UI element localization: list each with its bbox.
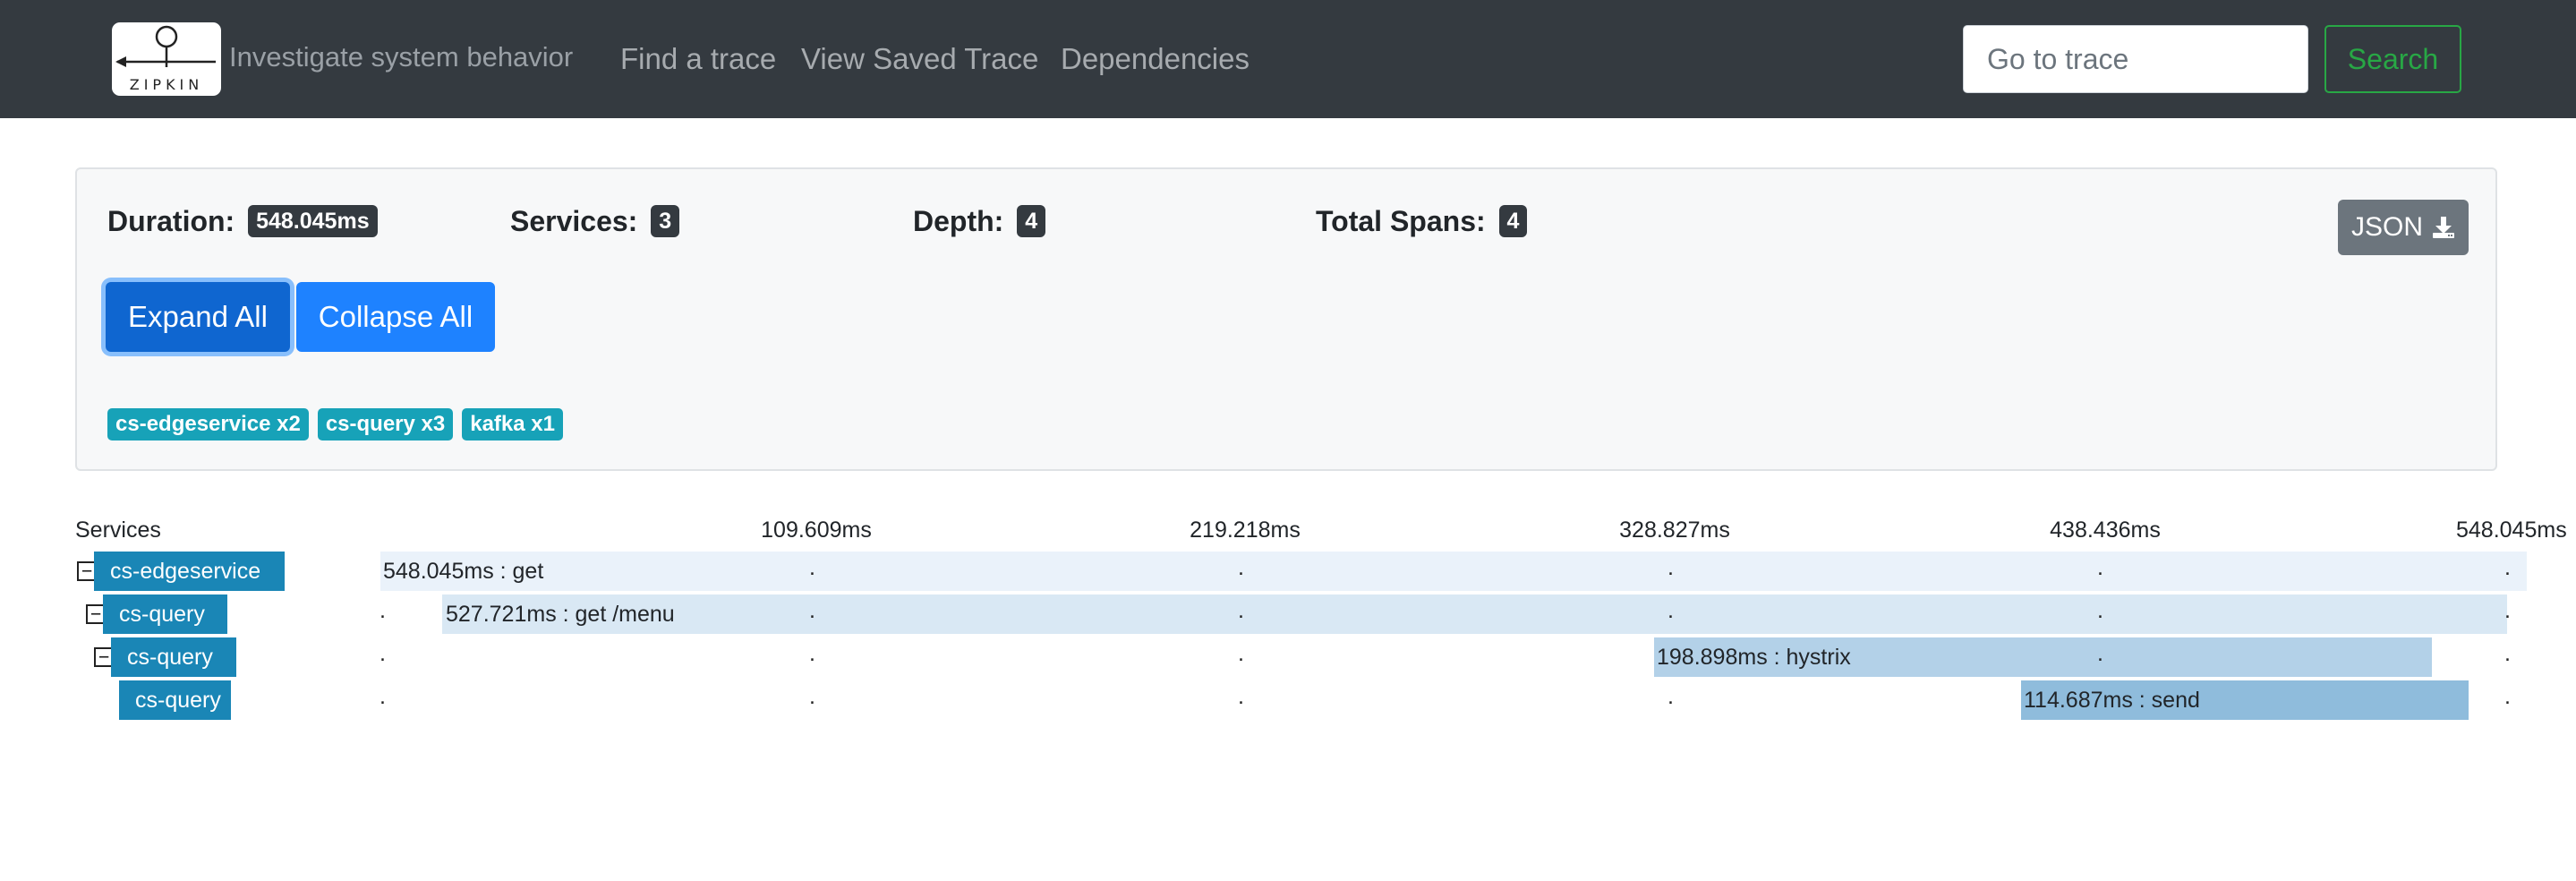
total-spans-label: Total Spans: bbox=[1316, 205, 1486, 237]
service-name-label: cs-query bbox=[119, 680, 231, 720]
grid-dot: . bbox=[2504, 598, 2511, 623]
grid-dot: . bbox=[2504, 684, 2511, 709]
grid-dot: . bbox=[1668, 598, 1674, 623]
services-badge: 3 bbox=[651, 205, 680, 237]
grid-dot: . bbox=[1238, 641, 1244, 666]
grid-dot: . bbox=[380, 684, 386, 709]
nav-dependencies[interactable]: Dependencies bbox=[1061, 42, 1250, 76]
grid-dot: . bbox=[2504, 555, 2511, 580]
duration-badge: 548.045ms bbox=[248, 205, 378, 237]
span-duration-label: 548.045ms : get bbox=[383, 559, 544, 584]
depth-label: Depth: bbox=[913, 205, 1004, 237]
service-tags: cs-edgeservice x2 cs-query x3 kafka x1 bbox=[107, 408, 563, 440]
span-row[interactable]: cs-query . . . . 114.687ms : send . bbox=[0, 680, 2576, 720]
nav-find-trace[interactable]: Find a trace bbox=[620, 42, 776, 76]
services-label: Services: bbox=[510, 205, 638, 237]
grid-dot: . bbox=[809, 555, 815, 580]
nav-view-saved-trace[interactable]: View Saved Trace bbox=[801, 42, 1038, 76]
json-button-label: JSON bbox=[2350, 212, 2423, 242]
tick-label: 328.827ms bbox=[1619, 517, 1730, 543]
grid-dot: . bbox=[809, 598, 815, 623]
service-name-label: cs-query bbox=[111, 637, 236, 677]
span-bar[interactable] bbox=[442, 594, 2507, 634]
tick-label: 219.218ms bbox=[1190, 517, 1301, 543]
grid-dot: . bbox=[1238, 598, 1244, 623]
span-bar[interactable] bbox=[380, 552, 2527, 591]
grid-dot: . bbox=[2097, 641, 2103, 666]
grid-dot: . bbox=[1238, 555, 1244, 580]
search-button[interactable]: Search bbox=[2324, 25, 2461, 93]
span-row[interactable]: − cs-edgeservice 548.045ms : get . . . .… bbox=[0, 552, 2576, 591]
span-duration-label: 527.721ms : get /menu bbox=[446, 602, 675, 627]
grid-dot: . bbox=[809, 684, 815, 709]
grid-dot: . bbox=[380, 641, 386, 666]
span-duration-label: 198.898ms : hystrix bbox=[1657, 645, 1851, 670]
depth-stat: Depth: 4 bbox=[913, 205, 1046, 238]
grid-dot: . bbox=[2504, 641, 2511, 666]
services-column-header: Services bbox=[75, 517, 161, 543]
duration-stat: Duration: 548.045ms bbox=[107, 205, 378, 238]
total-spans-stat: Total Spans: 4 bbox=[1316, 205, 1528, 238]
grid-dot: . bbox=[1238, 684, 1244, 709]
service-tag-cs-query[interactable]: cs-query x3 bbox=[317, 408, 454, 440]
trace-summary-panel: Duration: 548.045ms Services: 3 Depth: 4… bbox=[75, 167, 2497, 471]
go-to-trace-input[interactable] bbox=[1963, 25, 2308, 93]
grid-dot: . bbox=[1668, 555, 1674, 580]
span-row[interactable]: − cs-query . . . 198.898ms : hystrix . . bbox=[0, 637, 2576, 677]
expand-all-button[interactable]: Expand All bbox=[106, 282, 290, 352]
depth-badge: 4 bbox=[1017, 205, 1046, 237]
grid-dot: . bbox=[380, 598, 386, 623]
total-spans-badge: 4 bbox=[1498, 205, 1528, 237]
span-duration-label: 114.687ms : send bbox=[2024, 688, 2200, 713]
tick-label: 548.045ms bbox=[2456, 517, 2567, 543]
zipkin-logo[interactable]: ZIPKIN bbox=[112, 22, 221, 96]
download-icon bbox=[2433, 217, 2454, 238]
grid-dot: . bbox=[1668, 684, 1674, 709]
span-row[interactable]: − cs-query . 527.721ms : get /menu . . .… bbox=[0, 594, 2576, 634]
grid-dot: . bbox=[2097, 555, 2103, 580]
top-navbar: ZIPKIN Investigate system behavior Find … bbox=[0, 0, 2576, 118]
json-download-button[interactable]: JSON bbox=[2338, 200, 2469, 255]
grid-dot: . bbox=[809, 641, 815, 666]
service-tag-cs-edgeservice[interactable]: cs-edgeservice x2 bbox=[107, 408, 309, 440]
tick-label: 438.436ms bbox=[2050, 517, 2161, 543]
tick-label: 109.609ms bbox=[761, 517, 872, 543]
collapse-all-button[interactable]: Collapse All bbox=[296, 282, 495, 352]
service-tag-kafka[interactable]: kafka x1 bbox=[462, 408, 563, 440]
service-name-label: cs-edgeservice bbox=[94, 552, 285, 591]
service-name-label: cs-query bbox=[103, 594, 227, 634]
grid-dot: . bbox=[2097, 598, 2103, 623]
duration-label: Duration: bbox=[107, 205, 235, 237]
logo-text: ZIPKIN bbox=[129, 76, 204, 93]
tagline: Investigate system behavior bbox=[229, 41, 574, 73]
services-stat: Services: 3 bbox=[510, 205, 680, 238]
